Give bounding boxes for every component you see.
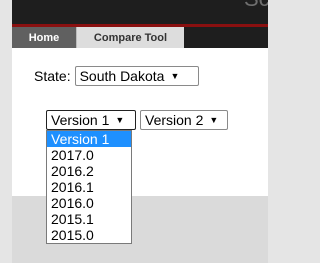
header-title: Screening <box>244 0 268 12</box>
version1-select-value: Version 1 <box>51 112 110 128</box>
version2-select[interactable]: Version 2 ▼ <box>140 110 228 130</box>
left-gutter <box>0 0 12 263</box>
state-select-value: South Dakota <box>79 68 165 84</box>
chevron-down-icon: ▼ <box>209 115 219 125</box>
version2-select-value: Version 2 <box>145 112 204 128</box>
dropdown-option[interactable]: 2017.0 <box>47 147 131 163</box>
header-bar: Screening <box>12 0 268 27</box>
chevron-down-icon: ▼ <box>115 115 125 125</box>
dropdown-option[interactable]: Version 1 <box>47 131 131 147</box>
right-gutter <box>268 0 278 263</box>
tab-strip: Home Compare Tool <box>12 27 268 48</box>
app-window: Screening Home Compare Tool State: South… <box>0 0 278 263</box>
dropdown-option[interactable]: 2016.0 <box>47 195 131 211</box>
tab-compare-tool[interactable]: Compare Tool <box>76 27 184 48</box>
state-label: State: <box>34 68 71 84</box>
dropdown-option[interactable]: 2015.0 <box>47 227 131 243</box>
version1-dropdown-list: Version 1 2017.0 2016.2 2016.1 2016.0 20… <box>46 130 132 244</box>
chevron-down-icon: ▼ <box>170 71 180 81</box>
tab-home[interactable]: Home <box>12 27 76 48</box>
dropdown-option[interactable]: 2016.1 <box>47 179 131 195</box>
version-row: Version 1 ▼ Version 2 ▼ <box>46 110 228 130</box>
dropdown-option[interactable]: 2015.1 <box>47 211 131 227</box>
version1-select[interactable]: Version 1 ▼ <box>46 110 136 130</box>
state-select[interactable]: South Dakota ▼ <box>74 66 199 86</box>
dropdown-option[interactable]: 2016.2 <box>47 163 131 179</box>
state-row: State: South Dakota ▼ <box>34 66 199 86</box>
